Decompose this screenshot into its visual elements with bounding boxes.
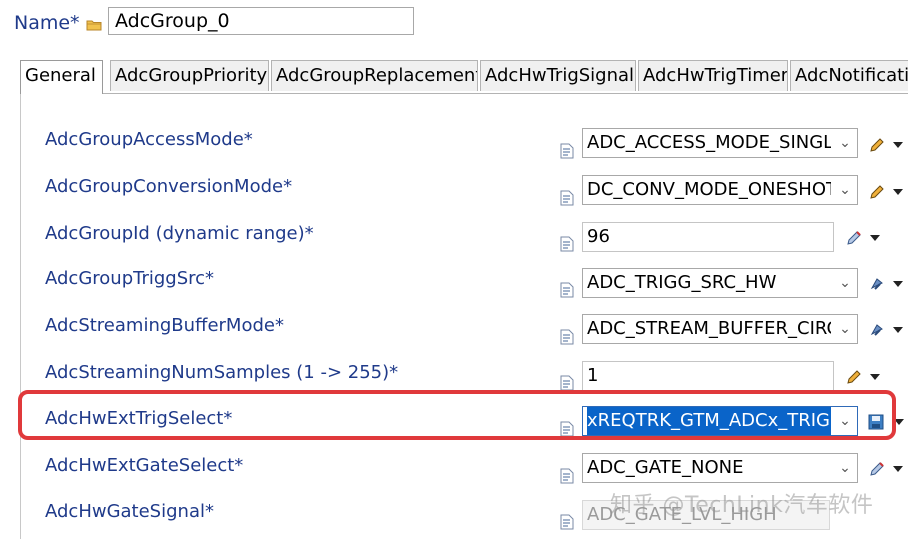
tab-adc-notification[interactable]: AdcNotificati <box>790 60 908 91</box>
document-icon <box>560 468 574 484</box>
name-input[interactable]: AdcGroup_0 <box>108 7 414 35</box>
folder-icon <box>86 20 102 31</box>
adc-group-access-mode-select[interactable]: ADC_ACCESS_MODE_SINGLE ⌄ <box>582 128 858 158</box>
chevron-down-icon[interactable]: ⌄ <box>833 269 857 297</box>
adc-hw-gate-signal-label: AdcHwGateSignal* <box>45 501 214 522</box>
adc-group-id-input[interactable]: 96 <box>582 222 834 252</box>
calculator-pencil-icon[interactable] <box>845 229 863 247</box>
pencil-icon[interactable] <box>868 183 886 201</box>
dropdown-arrow-icon[interactable] <box>893 281 903 287</box>
selected-value: ADC_STREAM_BUFFER_CIRC <box>587 318 831 339</box>
document-icon <box>560 375 574 391</box>
document-icon <box>560 282 574 298</box>
highlight-box <box>18 390 896 440</box>
chevron-down-icon[interactable]: ⌄ <box>833 129 857 157</box>
calculator-pencil-icon[interactable] <box>868 460 886 478</box>
pencil-icon[interactable] <box>868 136 886 154</box>
selected-value: ADC_TRIGG_SRC_HW <box>587 272 777 293</box>
name-label: Name* <box>14 12 80 34</box>
selected-value: ADC_GATE_NONE <box>587 457 744 478</box>
adc-group-trigg-src-label: AdcGroupTriggSrc* <box>45 268 215 289</box>
chevron-down-icon[interactable]: ⌄ <box>833 454 857 482</box>
pencil-icon[interactable] <box>845 368 863 386</box>
selected-value: ADC_ACCESS_MODE_SINGLE <box>587 132 831 153</box>
tab-adc-group-replacement[interactable]: AdcGroupReplacement <box>271 60 478 91</box>
document-icon <box>560 329 574 345</box>
document-icon <box>560 190 574 206</box>
document-icon <box>560 236 574 252</box>
dropdown-arrow-icon[interactable] <box>893 327 903 333</box>
tab-bar: General AdcGroupPriority AdcGroupReplace… <box>20 60 908 94</box>
adc-group-access-mode-label: AdcGroupAccessMode* <box>45 129 253 150</box>
adc-streaming-buffer-mode-select[interactable]: ADC_STREAM_BUFFER_CIRC ⌄ <box>582 314 858 344</box>
reference-link-icon[interactable] <box>868 321 886 339</box>
dropdown-arrow-icon[interactable] <box>893 142 903 148</box>
selected-value: DC_CONV_MODE_ONESHOT <box>587 179 831 200</box>
adc-hw-ext-gate-select-label: AdcHwExtGateSelect* <box>45 455 244 476</box>
adc-streaming-num-samples-input[interactable]: 1 <box>582 361 834 391</box>
adc-streaming-num-samples-label: AdcStreamingNumSamples (1 -> 255)* <box>45 362 399 383</box>
dropdown-arrow-icon[interactable] <box>893 466 903 472</box>
dropdown-arrow-icon[interactable] <box>870 235 880 241</box>
adc-group-conversion-mode-label: AdcGroupConversionMode* <box>45 176 293 197</box>
adc-group-conversion-mode-select[interactable]: DC_CONV_MODE_ONESHOT ⌄ <box>582 175 858 205</box>
adc-streaming-buffer-mode-label: AdcStreamingBufferMode* <box>45 315 284 336</box>
dropdown-arrow-icon[interactable] <box>870 374 880 380</box>
tab-adc-group-priority[interactable]: AdcGroupPriority <box>110 60 269 91</box>
document-icon <box>560 143 574 159</box>
tab-adc-hw-trig-timer[interactable]: AdcHwTrigTimer <box>638 60 788 91</box>
adc-hw-ext-gate-select-select[interactable]: ADC_GATE_NONE ⌄ <box>582 453 858 483</box>
chevron-down-icon[interactable]: ⌄ <box>833 315 857 343</box>
document-icon <box>560 514 574 530</box>
chevron-down-icon[interactable]: ⌄ <box>833 176 857 204</box>
reference-link-icon[interactable] <box>868 275 886 293</box>
adc-group-id-label: AdcGroupId (dynamic range)* <box>45 223 314 244</box>
adc-group-trigg-src-select[interactable]: ADC_TRIGG_SRC_HW ⌄ <box>582 268 858 298</box>
watermark: 知乎 @TechLink汽车软件 <box>610 493 874 518</box>
tab-general[interactable]: General <box>20 60 103 94</box>
tab-adc-hw-trig-signal[interactable]: AdcHwTrigSignal <box>480 60 636 91</box>
dropdown-arrow-icon[interactable] <box>893 189 903 195</box>
